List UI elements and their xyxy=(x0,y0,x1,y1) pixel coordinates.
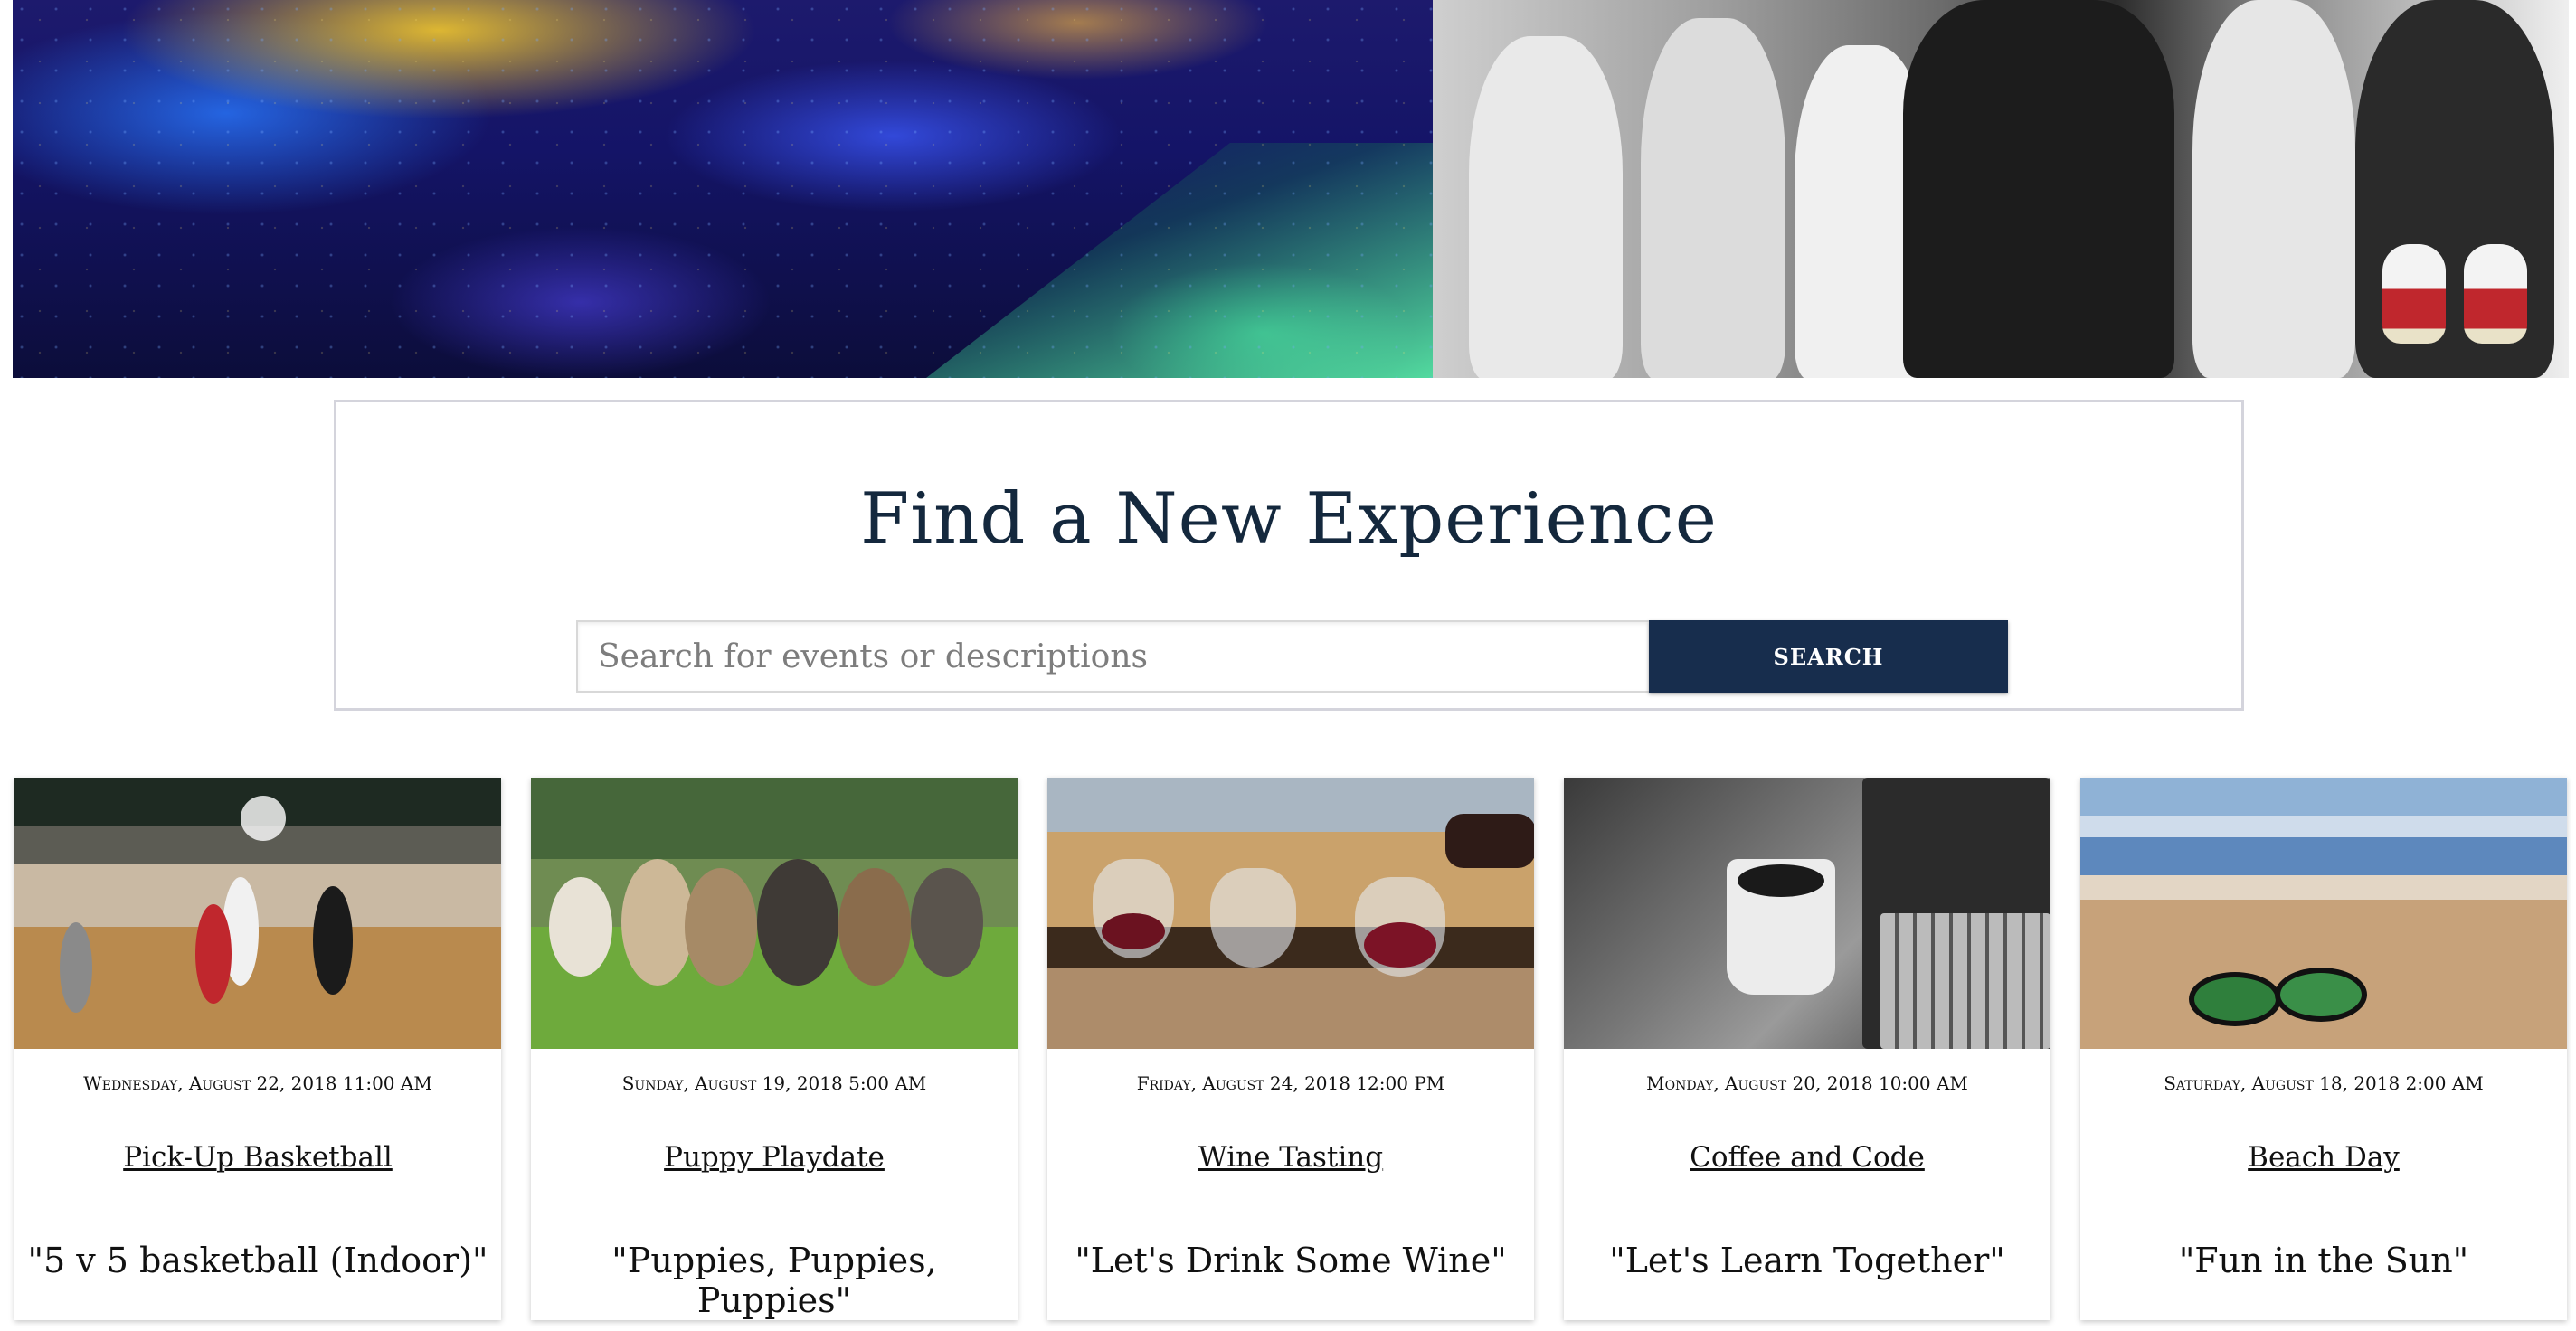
event-title-link[interactable]: Beach Day xyxy=(2080,1141,2567,1174)
event-title-link[interactable]: Pick-Up Basketball xyxy=(14,1141,501,1174)
event-title-link[interactable]: Coffee and Code xyxy=(1564,1141,2050,1174)
concert-crowd-image xyxy=(13,0,1433,378)
coffee-laptop-image xyxy=(1564,778,2050,1049)
event-title-link[interactable]: Wine Tasting xyxy=(1047,1141,1534,1174)
basketball-game-image xyxy=(1433,0,2569,378)
search-button[interactable]: SEARCH xyxy=(1649,620,2008,693)
beach-sunglasses-image xyxy=(2080,778,2567,1049)
event-card[interactable]: Monday, August 20, 2018 10:00 AM Coffee … xyxy=(1564,778,2050,1320)
event-date: Friday, August 24, 2018 12:00 PM xyxy=(1136,1072,1445,1094)
search-bar: SEARCH xyxy=(576,620,2009,693)
event-card[interactable]: Sunday, August 19, 2018 5:00 AM Puppy Pl… xyxy=(531,778,1018,1320)
event-date: Monday, August 20, 2018 10:00 AM xyxy=(1646,1072,1968,1094)
search-input[interactable] xyxy=(576,620,1649,693)
event-description: "Let's Drink Some Wine" xyxy=(1075,1241,1507,1280)
event-card[interactable]: Saturday, August 18, 2018 2:00 AM Beach … xyxy=(2080,778,2567,1320)
hero-banner xyxy=(13,0,2569,378)
event-title-link[interactable]: Puppy Playdate xyxy=(531,1141,1018,1174)
basketball-court-image xyxy=(14,778,501,1049)
stage-light xyxy=(926,143,1433,378)
wine-glasses-image xyxy=(1047,778,1534,1049)
event-card[interactable]: Friday, August 24, 2018 12:00 PM Wine Ta… xyxy=(1047,778,1534,1320)
page-title: Find a New Experience xyxy=(860,478,1718,560)
puppies-image xyxy=(531,778,1018,1049)
event-date: Wednesday, August 22, 2018 11:00 AM xyxy=(83,1072,432,1094)
event-card[interactable]: Wednesday, August 22, 2018 11:00 AM Pick… xyxy=(14,778,501,1320)
event-description: "Fun in the Sun" xyxy=(2178,1241,2469,1280)
event-card-list: Wednesday, August 22, 2018 11:00 AM Pick… xyxy=(14,778,2567,1320)
event-description: "Let's Learn Together" xyxy=(1609,1241,2005,1280)
search-panel: Find a New Experience SEARCH xyxy=(334,400,2244,711)
event-date: Saturday, August 18, 2018 2:00 AM xyxy=(2164,1072,2484,1094)
event-description: "Puppies, Puppies, Puppies" xyxy=(611,1241,937,1320)
event-description: "5 v 5 basketball (Indoor)" xyxy=(27,1241,488,1280)
event-date: Sunday, August 19, 2018 5:00 AM xyxy=(621,1072,927,1094)
